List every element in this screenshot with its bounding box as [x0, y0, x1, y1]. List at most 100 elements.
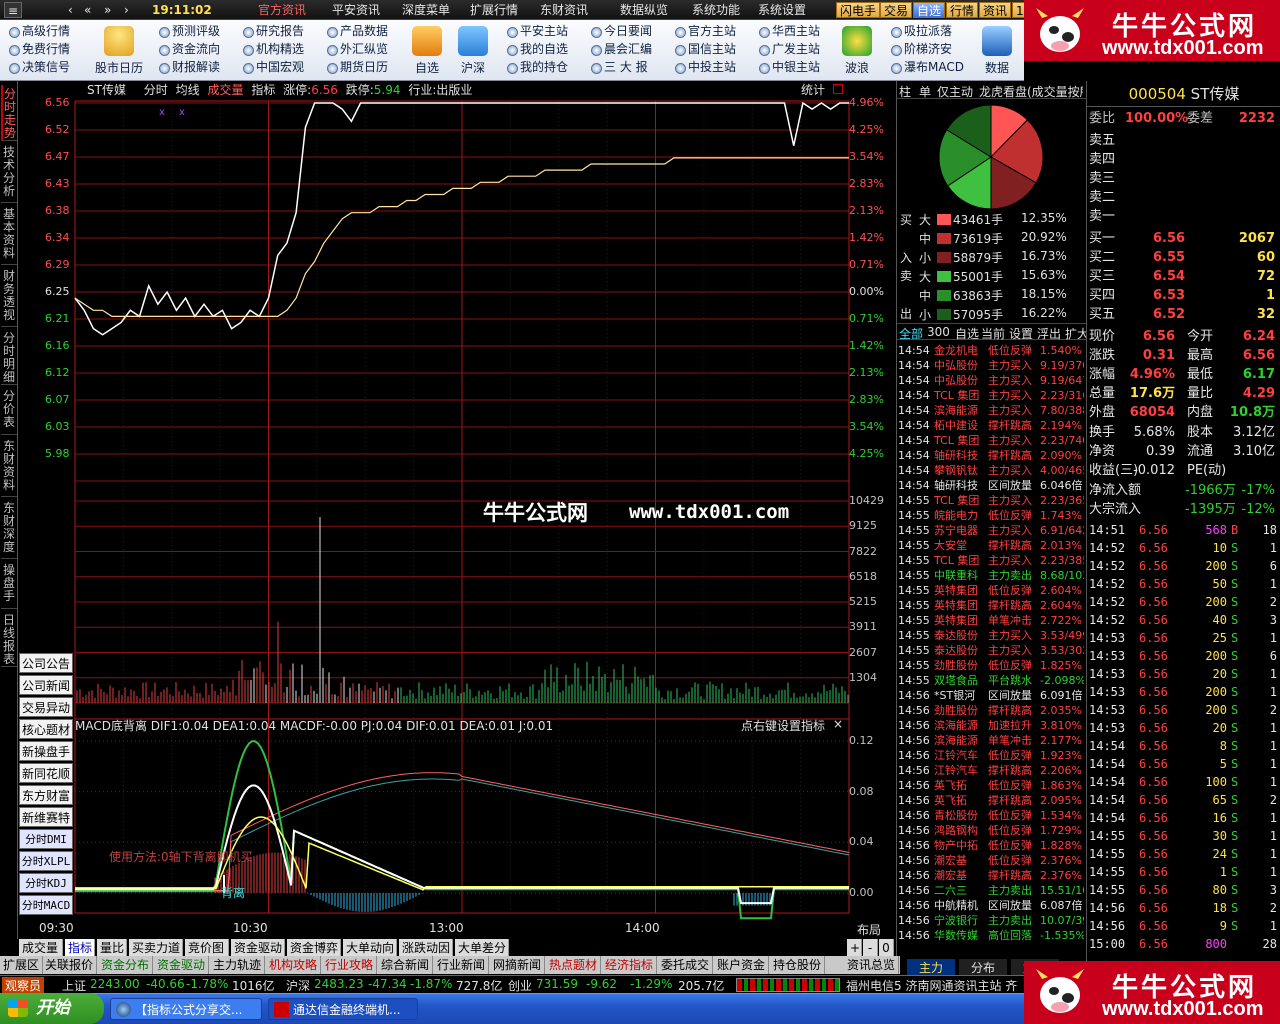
- trade-button[interactable]: 交易: [880, 2, 913, 18]
- left-tab-1[interactable]: 技术分析: [1, 143, 17, 203]
- shsz-button[interactable]: 沪深: [446, 22, 500, 76]
- function-tab-2[interactable]: 资金分布: [98, 956, 154, 974]
- radar-item[interactable]: 14:54 中弘股份主力买入 9.19/647: [898, 373, 1084, 388]
- chart-tab-6[interactable]: 资金博弈: [287, 939, 341, 957]
- radar-item[interactable]: 14:54 TCL 集团主力买入 2.23/316: [898, 388, 1084, 403]
- function-tab-8[interactable]: 行业新闻: [434, 956, 490, 974]
- radar-item[interactable]: 14:56 英飞拓 低位反弹 1.863%: [898, 778, 1084, 793]
- menu-icon[interactable]: ≡: [4, 2, 22, 18]
- menu-eastmoney-news[interactable]: 东财资讯: [540, 2, 588, 18]
- taskbar-item-tdx[interactable]: 通达信金融终端机...: [268, 998, 418, 1020]
- layout-button[interactable]: 布局: [857, 921, 881, 938]
- radar-tab-3[interactable]: 龙虎看盘(成交量按所: [979, 83, 1083, 100]
- filter-tab-0[interactable]: 全部: [899, 325, 923, 342]
- radar-item[interactable]: 14:55 英特集团 撑杆跳高 2.604%: [898, 598, 1084, 613]
- radar-item[interactable]: 14:55 苏宁电器主力买入 6.91/642: [898, 523, 1084, 538]
- function-tab-9[interactable]: 网摘新闻: [490, 956, 546, 974]
- radar-tab-1[interactable]: 单: [919, 83, 937, 100]
- function-tab-13[interactable]: 账户资金: [714, 956, 770, 974]
- side-button-4[interactable]: 新操盘手: [19, 741, 73, 761]
- toolbar-link[interactable]: 我的自选: [506, 41, 568, 58]
- radar-item[interactable]: 14:56 江铃汽车 撑杆跳高 2.206%: [898, 763, 1084, 778]
- menu-deep[interactable]: 深度菜单: [402, 2, 450, 18]
- radar-item[interactable]: 14:55 TCL 集团主力买入 2.23/365: [898, 493, 1084, 508]
- chart-tab-8[interactable]: 涨跌动因: [399, 939, 453, 957]
- back-icon[interactable]: ‹: [68, 2, 73, 18]
- close-icon[interactable]: ×: [833, 717, 843, 731]
- radar-item[interactable]: 14:54 攀钢钒钛主力买入 4.00/465: [898, 463, 1084, 478]
- left-tab-8[interactable]: 操盘手: [1, 561, 17, 609]
- news-button[interactable]: 资讯: [979, 2, 1012, 18]
- function-tab-0[interactable]: 扩展区: [0, 956, 44, 974]
- menu-data-overview[interactable]: 数据纵览: [620, 2, 668, 18]
- radar-item[interactable]: 14:56 滨海能源 单笔冲击 2.177%: [898, 733, 1084, 748]
- filter-tab-4[interactable]: 设置: [1009, 325, 1033, 342]
- left-tab-3[interactable]: 财务透视: [1, 267, 17, 327]
- radar-item[interactable]: 14:55 泰达股份主力买入 3.53/499: [898, 628, 1084, 643]
- toolbar-link[interactable]: 决策信号: [8, 59, 70, 76]
- function-tab-11[interactable]: 经济指标: [602, 956, 658, 974]
- toolbar-link[interactable]: 平安主站: [506, 23, 568, 40]
- chart-tab-3[interactable]: 买卖力道: [129, 939, 183, 957]
- radar-item[interactable]: 14:56 华数传媒 高位回落 -1.535%: [898, 928, 1084, 943]
- function-tab-6[interactable]: 行业攻略: [322, 956, 378, 974]
- toolbar-link[interactable]: 财报解读: [158, 59, 220, 76]
- side-button-10[interactable]: 分时KDJ: [19, 873, 73, 893]
- side-button-5[interactable]: 新同花顺: [19, 763, 73, 783]
- radar-item[interactable]: 14:56 青松股份 低位反弹 1.534%: [898, 808, 1084, 823]
- function-tab-15[interactable]: 资讯总览: [844, 956, 900, 974]
- toolbar-link[interactable]: 预测评级: [158, 23, 220, 40]
- chart-tab-1[interactable]: 指标: [65, 939, 95, 957]
- toolbar-link[interactable]: 期货日历: [326, 59, 388, 76]
- toolbar-link[interactable]: 中投主站: [674, 59, 736, 76]
- chart-tab-5[interactable]: 资金驱动: [231, 939, 285, 957]
- function-tab-7[interactable]: 综合新闻: [378, 956, 434, 974]
- toolbar-link[interactable]: 瀑布MACD: [890, 59, 964, 76]
- radar-item[interactable]: 14:55 TCL 集团主力买入 2.23/385: [898, 553, 1084, 568]
- toolbar-link[interactable]: 华西主站: [758, 23, 820, 40]
- toolbar-link[interactable]: 广发主站: [758, 41, 820, 58]
- toolbar-link[interactable]: 中国宏观: [242, 59, 304, 76]
- side-button-8[interactable]: 分时DMI: [19, 829, 73, 849]
- radar-item[interactable]: 14:56 鸿路钢构 低位反弹 1.729%: [898, 823, 1084, 838]
- radar-item[interactable]: 14:54 中弘股份主力买入 9.19/370: [898, 358, 1084, 373]
- menu-pingan-news[interactable]: 平安资讯: [332, 2, 380, 18]
- side-button-6[interactable]: 东方财富: [19, 785, 73, 805]
- chart-tab-2[interactable]: 量比: [97, 939, 127, 957]
- left-tab-9[interactable]: 日线报表: [1, 611, 17, 667]
- side-button-1[interactable]: 公司新闻: [19, 675, 73, 695]
- radar-item[interactable]: 14:56 江铃汽车 低位反弹 1.923%: [898, 748, 1084, 763]
- left-tab-6[interactable]: 东财资料: [1, 437, 17, 497]
- left-tab-0[interactable]: 分时走势: [1, 85, 17, 141]
- radar-item[interactable]: 14:55 双塔食品 平台跳水 -2.098%: [898, 673, 1084, 688]
- chart-tab-7[interactable]: 大单动向: [343, 939, 397, 957]
- taskbar-item-forum[interactable]: 【指标公式分享交...: [110, 998, 262, 1020]
- chart-tab-0[interactable]: 成交量: [19, 939, 63, 957]
- side-button-0[interactable]: 公司公告: [19, 653, 73, 673]
- last-icon[interactable]: ›: [124, 2, 129, 18]
- radar-item[interactable]: 14:54 TCL 集团主力买入 2.23/740: [898, 433, 1084, 448]
- radar-item[interactable]: 14:55 大安堂 撑杆跳高 2.013%: [898, 538, 1084, 553]
- toolbar-link[interactable]: 三 大 报: [590, 59, 648, 76]
- toolbar-link[interactable]: 产品数据: [326, 23, 388, 40]
- chart-tab-9[interactable]: 大单差分: [455, 939, 509, 957]
- side-button-11[interactable]: 分时MACD: [19, 895, 73, 915]
- toolbar-link[interactable]: 高级行情: [8, 23, 70, 40]
- function-tab-1[interactable]: 关联报价: [42, 956, 98, 974]
- filter-tab-5[interactable]: 浮出: [1037, 325, 1061, 342]
- radar-item[interactable]: 14:55 皖能电力 低位反弹 1.743%: [898, 508, 1084, 523]
- radar-item[interactable]: 14:55 英特集团 低位反弹 2.604%: [898, 583, 1084, 598]
- chart-nav-button-1[interactable]: -: [863, 939, 878, 957]
- radar-tab-0[interactable]: 柱: [899, 83, 917, 100]
- radar-item[interactable]: 14:56 劲胜股份 撑杆跳高 2.035%: [898, 703, 1084, 718]
- radar-item[interactable]: 14:54 滨海能源主力买入 7.80/388: [898, 403, 1084, 418]
- radar-item[interactable]: 14:56 二六三 主力卖出 15.51/10: [898, 883, 1084, 898]
- left-tab-2[interactable]: 基本资料: [1, 205, 17, 265]
- flash-trade-button[interactable]: 闪电手: [836, 2, 881, 18]
- intraday-chart-panel[interactable]: ST传媒 分时 均线 成交量 指标 涨停:6.56 跌停:5.94 行业:出版业…: [19, 81, 895, 939]
- function-tab-14[interactable]: 持仓股份: [770, 956, 826, 974]
- side-button-9[interactable]: 分时XLPL: [19, 851, 73, 871]
- radar-item[interactable]: 14:56 英飞拓 撑杆跳高 2.095%: [898, 793, 1084, 808]
- start-button[interactable]: 开始: [0, 993, 104, 1024]
- radar-item[interactable]: 14:54 金龙机电 低位反弹 1.540%: [898, 343, 1084, 358]
